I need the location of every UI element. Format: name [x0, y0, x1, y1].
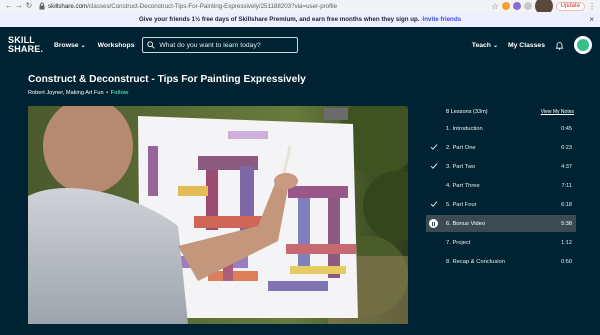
lesson-duration: 6:18: [561, 201, 572, 208]
extension-icon[interactable]: [512, 2, 521, 10]
chevron-down-icon: ⌄: [80, 42, 86, 49]
lesson-title: 3. Part Two: [446, 163, 476, 170]
lesson-duration: 4:37: [561, 163, 572, 170]
checkmark-icon: [430, 201, 438, 207]
skillshare-logo[interactable]: SKILL SHARE.: [8, 36, 44, 54]
lesson-title: 6. Bonus Video: [446, 220, 486, 227]
my-classes-label: My Classes: [507, 41, 545, 49]
workshops-link[interactable]: Workshops: [98, 42, 135, 49]
lesson-item[interactable]: 2. Part One 6:23: [426, 139, 576, 156]
update-button[interactable]: Update: [555, 1, 585, 11]
extensions-puzzle-icon[interactable]: [523, 2, 532, 10]
bookmark-star-icon[interactable]: ☆: [491, 2, 498, 11]
lesson-item[interactable]: 3. Part Two 4:37: [426, 158, 576, 175]
browse-menu[interactable]: Browse ⌄: [54, 42, 86, 49]
lessons-header: 8 Lessons (33m) View My Notes: [426, 106, 576, 118]
avatar-image: [577, 39, 589, 51]
class-title: Construct & Deconstruct - Tips For Paint…: [28, 74, 306, 85]
view-notes-link[interactable]: View My Notes: [541, 109, 574, 115]
lesson-title: 7. Project: [446, 239, 471, 246]
lesson-duration: 0:50: [561, 258, 572, 265]
address-bar[interactable]: skillshare.com/classes/Construct-Deconst…: [48, 3, 488, 10]
lesson-title: 5. Part Four: [446, 201, 477, 208]
video-player[interactable]: [28, 106, 408, 324]
browser-menu-icon[interactable]: ⋮: [588, 2, 596, 11]
teach-menu[interactable]: Teach ⌄: [472, 42, 498, 49]
easel-clamp: [324, 108, 348, 120]
lesson-title: 8. Recap & Conclusion: [446, 258, 505, 265]
lesson-title: 1. Introduction: [446, 125, 483, 132]
back-icon[interactable]: ←: [4, 1, 14, 11]
search-box[interactable]: [142, 37, 299, 53]
lesson-list: 1. Introduction 0:45 2. Part One 6:23 3. Par…: [426, 120, 576, 270]
promo-text: Give your friends 1½ free days of Skills…: [138, 16, 420, 23]
teacher-name[interactable]: Robert Joyner, Making Art Fun: [28, 90, 104, 96]
forward-icon[interactable]: →: [14, 1, 24, 11]
browse-label: Browse: [54, 41, 79, 49]
lock-icon: [39, 2, 45, 10]
teach-label: Teach: [471, 41, 491, 49]
lessons-count: 8 Lessons (33m): [446, 109, 488, 115]
chevron-down-icon: ⌄: [492, 42, 498, 49]
lesson-title: 2. Part One: [446, 144, 476, 151]
class-byline: Robert Joyner, Making Art Fun • Follow: [28, 90, 128, 96]
lesson-duration: 1:12: [561, 239, 572, 246]
follow-button[interactable]: Follow: [111, 90, 129, 96]
bell-icon[interactable]: [555, 41, 564, 50]
lesson-item[interactable]: 6. Bonus Video 5:38: [426, 215, 576, 232]
lesson-item[interactable]: 5. Part Four 6:18: [426, 196, 576, 213]
url-path: /classes/Construct-Deconstruct-Tips-For-…: [87, 2, 338, 10]
reload-icon[interactable]: ↻: [24, 1, 34, 11]
workshops-label: Workshops: [97, 41, 135, 49]
extension-icon[interactable]: [501, 2, 510, 10]
logo-line: SHARE.: [8, 44, 44, 54]
search-input[interactable]: [159, 41, 294, 49]
lesson-item[interactable]: 8. Recap & Conclusion 0:50: [426, 253, 576, 270]
lessons-panel: 8 Lessons (33m) View My Notes 1. Introdu…: [426, 106, 576, 270]
invite-friends-link[interactable]: Invite friends: [423, 16, 462, 23]
close-icon[interactable]: ×: [589, 15, 594, 24]
checkmark-icon: [430, 163, 438, 169]
my-classes-link[interactable]: My Classes: [508, 42, 545, 49]
header-actions: Teach ⌄ My Classes: [472, 36, 592, 54]
video-frame: [28, 106, 408, 324]
user-avatar[interactable]: [574, 36, 592, 54]
lesson-duration: 6:23: [561, 144, 572, 151]
lesson-duration: 0:45: [561, 125, 572, 132]
lesson-item[interactable]: 4. Part Three 7:11: [426, 177, 576, 194]
url-host: skillshare.com: [48, 2, 88, 10]
checkmark-icon: [430, 144, 438, 150]
byline-separator: •: [106, 90, 109, 96]
lesson-duration: 5:38: [561, 220, 572, 227]
lesson-duration: 7:11: [561, 182, 572, 189]
lesson-item[interactable]: 1. Introduction 0:45: [426, 120, 576, 137]
promo-banner: Give your friends 1½ free days of Skills…: [0, 12, 600, 27]
pause-icon[interactable]: [429, 219, 438, 228]
search-icon: [147, 41, 156, 49]
lesson-title: 4. Part Three: [446, 182, 480, 189]
lesson-item[interactable]: 7. Project 1:12: [426, 234, 576, 251]
site-header: SKILL SHARE. Browse⌄ Workshops Teach⌄ My…: [0, 27, 600, 63]
browser-toolbar: ← → ↻ skillshare.com/classes/Construct-D…: [0, 0, 600, 15]
